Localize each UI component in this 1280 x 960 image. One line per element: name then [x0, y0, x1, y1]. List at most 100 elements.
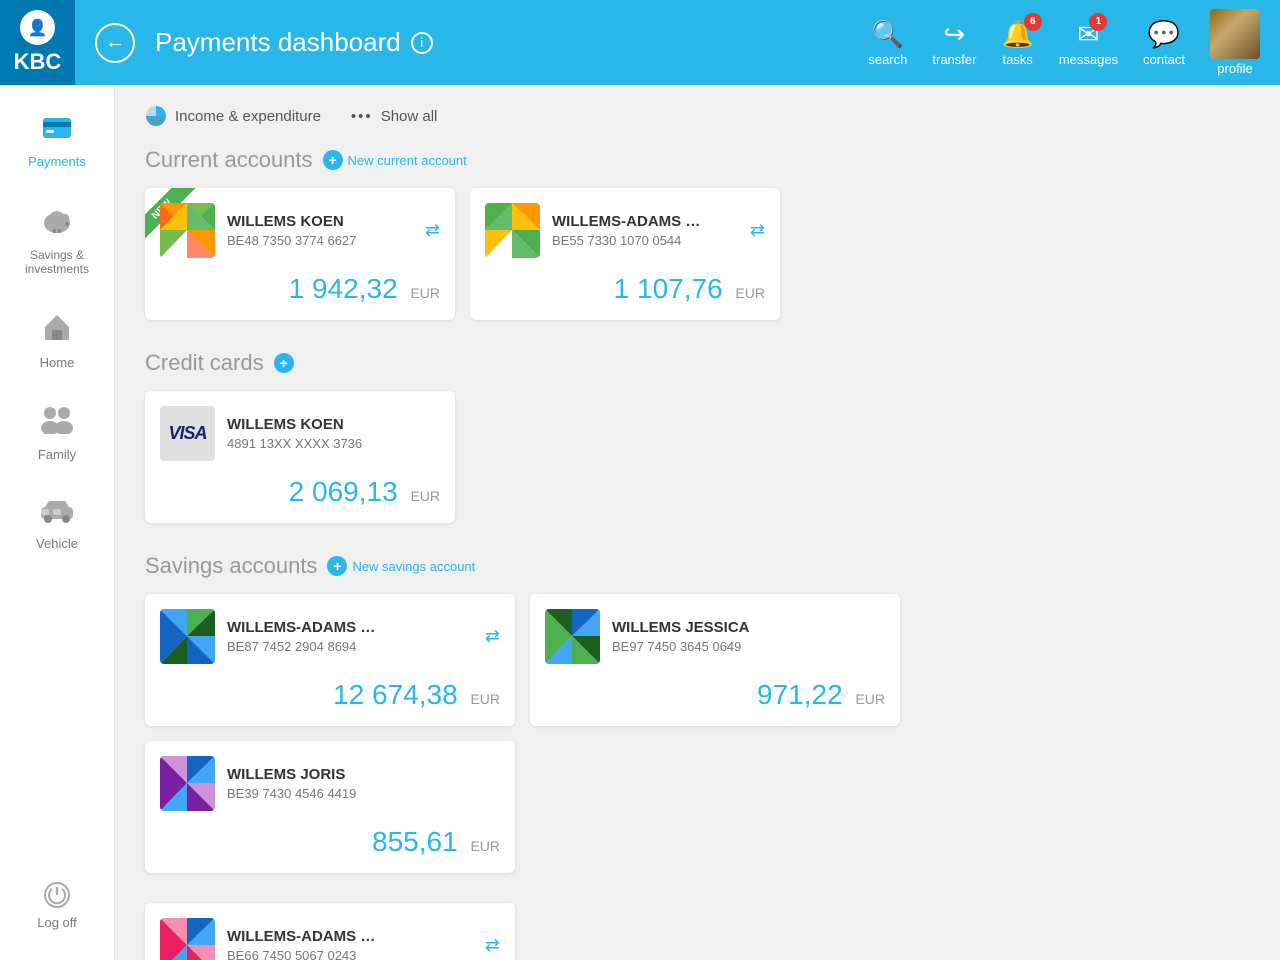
logout-label: Log off	[37, 915, 77, 930]
transfer-button-sa1[interactable]: ⇄	[485, 626, 500, 647]
new-savings-account-label: New savings account	[352, 559, 475, 574]
sidebar-home-label: Home	[40, 355, 75, 370]
account-card-sa3[interactable]: WILLEMS JORIS BE39 7430 4546 4419 855,61…	[145, 741, 515, 873]
page-title-text: Payments dashboard	[155, 27, 401, 58]
tabs-bar: Income & expenditure ••• Show all	[145, 105, 1250, 127]
account-number-sa4: BE66 7450 5067 0243	[227, 948, 473, 960]
messages-action[interactable]: ✉ 1 messages	[1059, 19, 1118, 67]
header-actions: 🔍 search ↪ transfer 🔔 6 tasks ✉ 1 messag…	[868, 9, 1260, 76]
tab-income[interactable]: Income & expenditure	[145, 105, 321, 127]
account-name-ca2: WILLEMS-ADAMS …	[552, 213, 738, 230]
sidebar-vehicle-label: Vehicle	[36, 536, 78, 551]
sidebar-item-family[interactable]: Family	[0, 388, 114, 480]
account-card-ca2[interactable]: WILLEMS-ADAMS … BE55 7330 1070 0544 ⇄ 1 …	[470, 188, 780, 320]
header: 👤 KBC ← Payments dashboard i 🔍 search ↪ …	[0, 0, 1280, 85]
account-card-sa1[interactable]: WILLEMS-ADAMS … BE87 7452 2904 8694 ⇄ 12…	[145, 594, 515, 726]
credit-cards-title: Credit cards	[145, 350, 264, 376]
savings-accounts-header: Savings accounts + New savings account	[145, 553, 1250, 579]
current-accounts-title: Current accounts	[145, 147, 313, 173]
logout-button[interactable]: Log off	[27, 866, 87, 950]
tasks-icon: 🔔 6	[1001, 19, 1033, 50]
transfer-button-ca2[interactable]: ⇄	[750, 220, 765, 241]
savings-icon	[41, 205, 73, 242]
account-amount-sa3: 855,61 EUR	[160, 826, 500, 858]
tasks-badge: 6	[1024, 13, 1042, 31]
amount-value-cc1: 2 069,13	[289, 476, 398, 507]
currency-sa3: EUR	[470, 838, 500, 854]
amount-value-ca2: 1 107,76	[614, 273, 723, 304]
sidebar-item-payments[interactable]: Payments	[0, 95, 114, 187]
account-name-sa3: WILLEMS JORIS	[227, 766, 500, 783]
pie-chart-icon	[145, 105, 167, 127]
contact-label: contact	[1143, 52, 1185, 67]
account-info-ca2: WILLEMS-ADAMS … BE55 7330 1070 0544	[552, 213, 738, 248]
page-title: Payments dashboard i	[155, 27, 868, 58]
tasks-action[interactable]: 🔔 6 tasks	[1001, 19, 1033, 67]
profile-action[interactable]: profile	[1210, 9, 1260, 76]
back-button[interactable]: ←	[95, 23, 135, 63]
add-credit-card-button[interactable]: +	[274, 353, 294, 373]
tab-showall[interactable]: ••• Show all	[351, 108, 437, 125]
currency-ca1: EUR	[410, 285, 440, 301]
account-logo-ca2	[485, 203, 540, 258]
account-amount-sa2: 971,22 EUR	[545, 679, 885, 711]
account-header-sa3: WILLEMS JORIS BE39 7430 4546 4419	[160, 756, 500, 811]
account-logo-sa4	[160, 918, 215, 960]
account-info-sa2: WILLEMS JESSICA BE97 7450 3645 0649	[612, 619, 885, 654]
plus-icon: +	[323, 150, 343, 170]
account-info-sa1: WILLEMS-ADAMS … BE87 7452 2904 8694	[227, 619, 473, 654]
account-header-sa1: WILLEMS-ADAMS … BE87 7452 2904 8694 ⇄	[160, 609, 500, 664]
home-icon	[42, 312, 72, 349]
savings-accounts-title: Savings accounts	[145, 553, 317, 579]
account-header-ca2: WILLEMS-ADAMS … BE55 7330 1070 0544 ⇄	[485, 203, 765, 258]
account-logo-sa1	[160, 609, 215, 664]
transfer-action[interactable]: ↪ transfer	[932, 19, 976, 67]
amount-value-sa2: 971,22	[757, 679, 843, 710]
transfer-button-sa4[interactable]: ⇄	[485, 935, 500, 956]
search-label: search	[868, 52, 907, 67]
sidebar-item-savings[interactable]: Savings & investments	[0, 187, 114, 294]
account-name-cc1: WILLEMS KOEN	[227, 416, 440, 433]
sidebar-item-home[interactable]: Home	[0, 294, 114, 388]
tab-income-label: Income & expenditure	[175, 108, 321, 125]
account-header-cc1: VISA WILLEMS KOEN 4891 13XX XXXX 3736	[160, 406, 440, 461]
account-card-sa4[interactable]: WILLEMS-ADAMS … BE66 7450 5067 0243 ⇄ 9 …	[145, 903, 515, 960]
new-current-account-label: New current account	[348, 153, 467, 168]
account-amount-sa1: 12 674,38 EUR	[160, 679, 500, 711]
amount-value-ca1: 1 942,32	[289, 273, 398, 304]
current-accounts-header: Current accounts + New current account	[145, 147, 1250, 173]
account-card-ca1[interactable]: NEW	[145, 188, 455, 320]
contact-action[interactable]: 💬 contact	[1143, 19, 1185, 67]
new-savings-account-button[interactable]: + New savings account	[327, 556, 475, 576]
plus-icon-cc: +	[274, 353, 294, 373]
messages-icon: ✉ 1	[1078, 19, 1100, 50]
avatar	[1210, 9, 1260, 59]
currency-sa2: EUR	[855, 691, 885, 707]
transfer-icon: ↪	[944, 19, 966, 50]
account-number-ca2: BE55 7330 1070 0544	[552, 233, 738, 248]
account-name-ca1: WILLEMS KOEN	[227, 213, 413, 230]
account-name-sa1: WILLEMS-ADAMS …	[227, 619, 473, 636]
account-amount-cc1: 2 069,13 EUR	[160, 476, 440, 508]
account-logo-sa2	[545, 609, 600, 664]
account-header-sa2: WILLEMS JESSICA BE97 7450 3645 0649	[545, 609, 885, 664]
currency-cc1: EUR	[410, 488, 440, 504]
payments-icon	[42, 113, 72, 148]
search-action[interactable]: 🔍 search	[868, 19, 907, 67]
account-header-ca1: WILLEMS KOEN BE48 7350 3774 6627 ⇄	[160, 203, 440, 258]
sidebar-family-label: Family	[38, 447, 76, 462]
kbc-logo: 👤 KBC	[0, 0, 75, 85]
logout-icon	[43, 881, 71, 909]
account-card-cc1[interactable]: VISA WILLEMS KOEN 4891 13XX XXXX 3736 2 …	[145, 391, 455, 523]
new-current-account-button[interactable]: + New current account	[323, 150, 467, 170]
current-accounts-list: NEW	[145, 188, 1250, 320]
account-name-sa2: WILLEMS JESSICA	[612, 619, 885, 636]
account-card-sa2[interactable]: WILLEMS JESSICA BE97 7450 3645 0649 971,…	[530, 594, 900, 726]
savings-accounts-list-row2: WILLEMS-ADAMS … BE66 7450 5067 0243 ⇄ 9 …	[145, 903, 1250, 960]
sidebar-item-vehicle[interactable]: Vehicle	[0, 480, 114, 569]
account-info-ca1: WILLEMS KOEN BE48 7350 3774 6627	[227, 213, 413, 248]
info-icon[interactable]: i	[411, 32, 433, 54]
sidebar-payments-label: Payments	[28, 154, 86, 169]
transfer-button-ca1[interactable]: ⇄	[425, 220, 440, 241]
account-name-sa4: WILLEMS-ADAMS …	[227, 928, 473, 945]
